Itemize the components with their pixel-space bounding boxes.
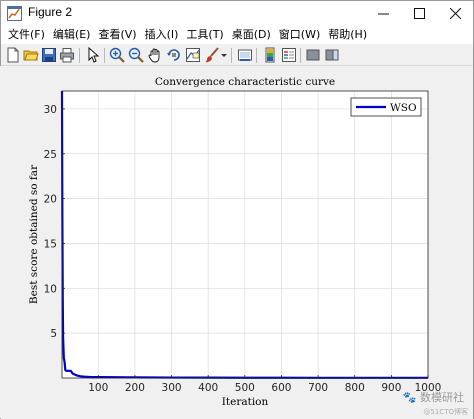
x-tick-label: 900 bbox=[381, 382, 401, 394]
pan-icon[interactable] bbox=[147, 47, 163, 63]
legend[interactable]: WSO bbox=[350, 97, 422, 117]
y-tick-label: 25 bbox=[44, 149, 57, 161]
menu-window[interactable]: 窗口(W) bbox=[275, 26, 324, 44]
toolbar-separator bbox=[231, 48, 232, 63]
x-tick-label: 100 bbox=[88, 382, 108, 394]
menu-help[interactable]: 帮助(H) bbox=[324, 26, 371, 44]
x-tick-label: 500 bbox=[235, 382, 255, 394]
x-tick-label: 800 bbox=[345, 382, 365, 394]
zoom-in-icon[interactable] bbox=[109, 47, 125, 63]
x-tick-label: 300 bbox=[162, 382, 182, 394]
data-cursor-icon[interactable] bbox=[185, 47, 201, 63]
menu-view[interactable]: 查看(V) bbox=[94, 26, 140, 44]
window-title: Figure 2 bbox=[28, 5, 73, 19]
toolbar-separator bbox=[300, 48, 301, 63]
y-tick-label: 30 bbox=[44, 104, 57, 116]
y-tick-label: 10 bbox=[44, 283, 57, 295]
colorbar-icon[interactable] bbox=[262, 47, 278, 63]
toolbar-separator bbox=[104, 48, 105, 63]
x-tick-label: 700 bbox=[308, 382, 328, 394]
print-icon[interactable] bbox=[59, 47, 75, 63]
menu-bar: 文件(F) 编辑(E) 查看(V) 插入(I) 工具(T) 桌面(D) 窗口(W… bbox=[1, 26, 473, 44]
convergence-chart: 100 200 300 400 500 600 700 800 900 1000 51015202… bbox=[0, 66, 472, 418]
y-tick-label: 20 bbox=[44, 194, 57, 206]
menu-tools[interactable]: 工具(T) bbox=[182, 26, 227, 44]
link-plot-icon[interactable] bbox=[237, 47, 253, 63]
maximize-button[interactable] bbox=[401, 1, 437, 26]
pointer-icon[interactable] bbox=[85, 47, 101, 63]
title-bar: Figure 2 bbox=[1, 1, 473, 26]
close-icon bbox=[449, 8, 461, 19]
toolbar-separator bbox=[79, 48, 80, 63]
chart-title: Convergence characteristic curve bbox=[155, 76, 335, 88]
menu-insert[interactable]: 插入(I) bbox=[141, 26, 183, 44]
menu-file[interactable]: 文件(F) bbox=[4, 26, 49, 44]
zoom-out-icon[interactable] bbox=[128, 47, 144, 63]
rotate-3d-icon[interactable] bbox=[166, 47, 182, 63]
watermark: 🐾 数模研社 bbox=[402, 391, 464, 404]
y-tick-label: 5 bbox=[50, 328, 57, 340]
new-figure-icon[interactable] bbox=[5, 47, 21, 63]
matlab-figure-icon bbox=[7, 6, 22, 21]
brush-icon[interactable] bbox=[204, 47, 220, 63]
close-button[interactable] bbox=[437, 1, 473, 26]
toolbar-separator bbox=[256, 48, 257, 63]
menu-edit[interactable]: 编辑(E) bbox=[49, 26, 95, 44]
save-icon[interactable] bbox=[41, 47, 57, 63]
chevron-down-icon[interactable] bbox=[220, 47, 228, 63]
watermark-subtext: @51CTO博客 bbox=[423, 408, 468, 416]
show-plot-tools-icon[interactable] bbox=[324, 47, 340, 63]
figure-toolbar bbox=[1, 44, 473, 66]
y-axis-label: Best score obtained so far bbox=[28, 164, 40, 304]
legend-icon[interactable] bbox=[281, 47, 297, 63]
x-axis-label: Iteration bbox=[222, 396, 269, 408]
x-tick-label: 200 bbox=[125, 382, 145, 394]
y-tick-label: 15 bbox=[44, 238, 57, 250]
minimize-button[interactable] bbox=[365, 1, 401, 26]
maximize-icon bbox=[413, 8, 425, 19]
hide-plot-tools-icon[interactable] bbox=[305, 47, 321, 63]
legend-label-wso: WSO bbox=[390, 102, 417, 114]
x-tick-label: 600 bbox=[271, 382, 291, 394]
open-file-icon[interactable] bbox=[23, 47, 39, 63]
menu-desktop[interactable]: 桌面(D) bbox=[228, 26, 275, 44]
x-tick-label: 400 bbox=[198, 382, 218, 394]
minimize-icon bbox=[377, 13, 389, 15]
